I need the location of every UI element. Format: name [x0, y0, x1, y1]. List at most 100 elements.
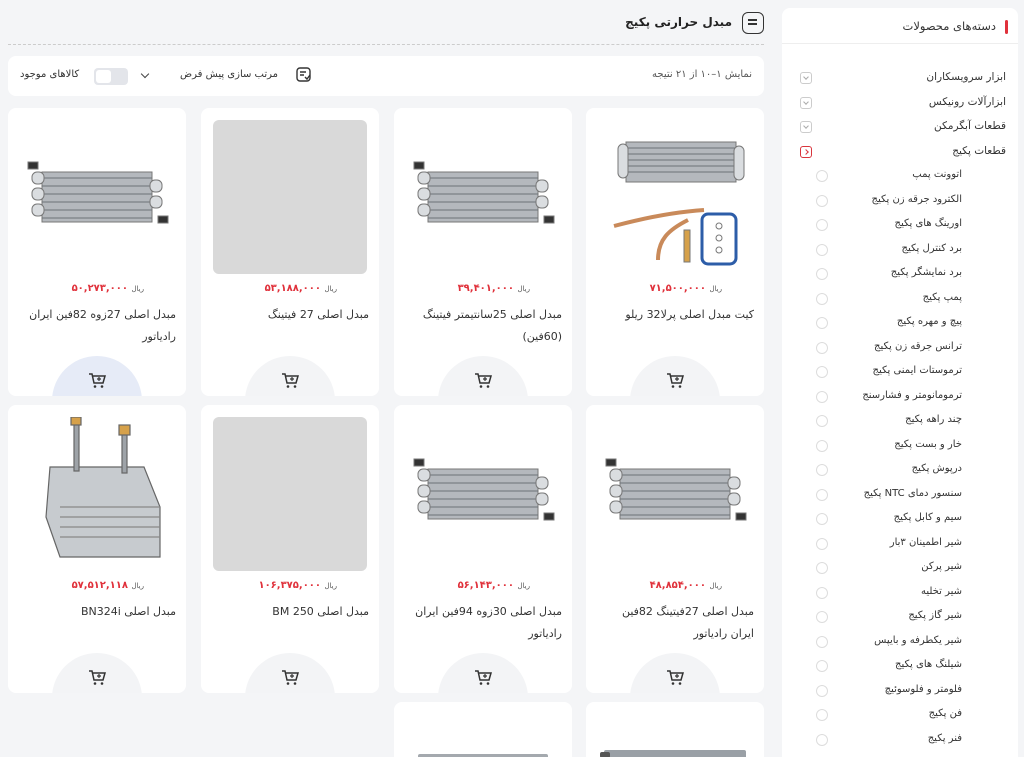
cart-icon[interactable]: [88, 670, 106, 686]
subcategory-item[interactable]: فلومتر و فلوسوئیچ: [782, 679, 1018, 704]
radio-icon[interactable]: [816, 170, 828, 182]
sort-label[interactable]: مرتب سازی پیش فرض: [180, 69, 278, 80]
category-item[interactable]: قطعات آبگرمکن: [782, 115, 1018, 140]
radio-icon[interactable]: [816, 586, 828, 599]
expand-icon[interactable]: [800, 121, 812, 133]
product-name[interactable]: مبدل اصلی 27فیتینگ 82فین ایران رادیاتور: [596, 601, 754, 645]
subcategory-label[interactable]: برد کنترل پکیج: [902, 243, 962, 254]
product-image[interactable]: [598, 417, 752, 571]
radio-icon[interactable]: [816, 439, 828, 452]
radio-icon[interactable]: [816, 219, 828, 231]
category-item[interactable]: ابزارآلات رونیکس: [782, 91, 1018, 116]
product-name[interactable]: مبدل اصلی 27زوه 82فین ایران رادیاتور: [18, 304, 176, 348]
product-card[interactable]: ۱۰۶,۳۷۵,۰۰۰ ریال مبدل اصلی BM 250: [201, 405, 379, 693]
radio-icon[interactable]: [816, 709, 828, 721]
radio-icon[interactable]: [816, 464, 828, 476]
category-item-active[interactable]: قطعات پکیج: [782, 140, 1018, 165]
subcategory-item[interactable]: شیلنگ های پکیج: [782, 654, 1018, 679]
cart-icon[interactable]: [281, 373, 299, 389]
subcategory-label[interactable]: شیر یکطرفه و بایپس: [874, 635, 962, 646]
subcategory-item[interactable]: شیر گاز پکیج: [782, 605, 1018, 630]
radio-icon[interactable]: [816, 733, 828, 746]
product-image-placeholder[interactable]: [213, 120, 367, 274]
subcategory-item[interactable]: شیر پرکن: [782, 556, 1018, 581]
subcategory-label[interactable]: پمپ پکیج: [923, 292, 962, 303]
subcategory-label[interactable]: شیر تخلیه: [921, 586, 962, 597]
subcategory-item[interactable]: پیچ و مهره پکیج: [782, 311, 1018, 336]
subcategory-label[interactable]: الکترود جرقه زن پکیج: [872, 194, 963, 205]
subcategory-label[interactable]: خار و بست پکیج: [894, 439, 962, 450]
product-name[interactable]: مبدل اصلی 27 فیتینگ: [211, 304, 369, 326]
subcategory-label[interactable]: شیلنگ های پکیج: [895, 659, 962, 670]
subcategory-label[interactable]: ترموستات ایمنی پکیج: [872, 365, 962, 376]
subcategory-label[interactable]: شیر پرکن: [921, 561, 962, 572]
product-card[interactable]: ۵۶,۱۴۳,۰۰۰ ریال مبدل اصلی 30زوه 94فین ایرا…: [394, 405, 572, 693]
product-card[interactable]: ۵۰,۲۷۳,۰۰۰ ریال مبدل اصلی 27زوه 82فین ایرا…: [8, 108, 186, 396]
subcategory-label[interactable]: اورینگ های پکیج: [895, 218, 962, 229]
radio-icon[interactable]: [816, 243, 828, 256]
subcategory-label[interactable]: پیچ و مهره پکیج: [897, 316, 962, 327]
radio-icon[interactable]: [816, 390, 828, 403]
product-image[interactable]: [20, 120, 174, 274]
radio-icon[interactable]: [816, 562, 828, 574]
category-label[interactable]: قطعات آبگرمکن: [934, 120, 1006, 132]
product-name[interactable]: مبدل اصلی 30زوه 94فین ایران رادیاتور: [404, 601, 562, 645]
subcategory-label[interactable]: سنسور دمای NTC پکیج: [864, 488, 962, 499]
subcategory-label[interactable]: فن پکیج: [929, 708, 962, 719]
subcategory-label[interactable]: چند راهه پکیج: [905, 414, 962, 425]
radio-icon[interactable]: [816, 194, 828, 207]
product-image[interactable]: [406, 417, 560, 571]
product-image[interactable]: [598, 120, 752, 274]
expand-icon[interactable]: [800, 72, 812, 84]
radio-icon[interactable]: [816, 635, 828, 648]
cart-icon[interactable]: [474, 670, 492, 686]
cart-icon[interactable]: [666, 670, 684, 686]
product-card[interactable]: ۴۸,۸۵۴,۰۰۰ ریال مبدل اصلی 27فیتینگ 82فین ا…: [586, 405, 764, 693]
category-label[interactable]: قطعات پکیج: [952, 145, 1006, 157]
collapse-icon[interactable]: [800, 145, 812, 158]
product-card[interactable]: ۵۳,۱۸۸,۰۰۰ ریال مبدل اصلی 27 فیتینگ: [201, 108, 379, 396]
subcategory-item[interactable]: شیر تخلیه: [782, 581, 1018, 606]
product-card[interactable]: ۵۷,۵۱۲,۱۱۸ ریال مبدل اصلی BN324i: [8, 405, 186, 693]
product-name[interactable]: کیت مبدل اصلی پرلا32 ریلو: [596, 304, 754, 326]
sort-dropdown[interactable]: مرتب سازی پیش فرض: [180, 65, 320, 87]
subcategory-label[interactable]: شیر گاز پکیج: [908, 610, 962, 621]
product-image-placeholder[interactable]: [213, 417, 367, 571]
product-card[interactable]: [586, 702, 764, 757]
radio-icon[interactable]: [816, 415, 828, 427]
category-label[interactable]: ابزار سرویسکاران: [926, 71, 1006, 83]
subcategory-item[interactable]: خار و بست پکیج: [782, 434, 1018, 459]
radio-icon[interactable]: [816, 366, 828, 378]
subcategory-item[interactable]: الکترود جرقه زن پکیج: [782, 189, 1018, 214]
subcategory-item[interactable]: سیم و کابل پکیج: [782, 507, 1018, 532]
subcategory-label[interactable]: ترانس جرقه زن پکیج: [874, 341, 962, 352]
product-card[interactable]: ۷۱,۵۰۰,۰۰۰ ریال کیت مبدل اصلی پرلا32 ریلو: [586, 108, 764, 396]
subcategory-item[interactable]: اورینگ های پکیج: [782, 213, 1018, 238]
subcategory-item[interactable]: چند راهه پکیج: [782, 409, 1018, 434]
subcategory-label[interactable]: فلومتر و فلوسوئیچ: [885, 684, 962, 695]
chevron-down-icon[interactable]: [140, 69, 150, 79]
subcategory-item[interactable]: اتوونت پمپ: [782, 164, 1018, 189]
radio-icon[interactable]: [816, 341, 828, 354]
radio-icon[interactable]: [816, 488, 828, 501]
category-label[interactable]: ابزارآلات رونیکس: [929, 96, 1006, 108]
cart-icon[interactable]: [474, 373, 492, 389]
subcategory-item[interactable]: ترموستات ایمنی پکیج: [782, 360, 1018, 385]
product-name[interactable]: مبدل اصلی 25سانتیمتر فیتینگ (60فین): [404, 304, 562, 348]
subcategory-label[interactable]: سیم و کابل پکیج: [894, 512, 962, 523]
subcategory-label[interactable]: اتوونت پمپ: [912, 169, 962, 180]
subcategory-label[interactable]: فنر پکیج: [928, 733, 962, 744]
subcategory-item[interactable]: شیر یکطرفه و بایپس: [782, 630, 1018, 655]
product-card[interactable]: [394, 702, 572, 757]
in-stock-toggle[interactable]: [94, 68, 128, 85]
radio-icon[interactable]: [816, 537, 828, 550]
subcategory-label[interactable]: ترمومانومتر و فشارسنج: [862, 390, 962, 401]
subcategory-item[interactable]: پمپ پکیج: [782, 287, 1018, 312]
subcategory-label[interactable]: درپوش پکیج: [912, 463, 962, 474]
cart-icon[interactable]: [88, 373, 106, 389]
subcategory-item[interactable]: فن پکیج: [782, 703, 1018, 728]
category-item[interactable]: ابزار سرویسکاران: [782, 66, 1018, 91]
subcategory-label[interactable]: شیر اطمینان ۳بار: [890, 537, 962, 548]
product-image[interactable]: [20, 416, 174, 571]
subcategory-item[interactable]: سنسور دمای NTC پکیج: [782, 483, 1018, 508]
